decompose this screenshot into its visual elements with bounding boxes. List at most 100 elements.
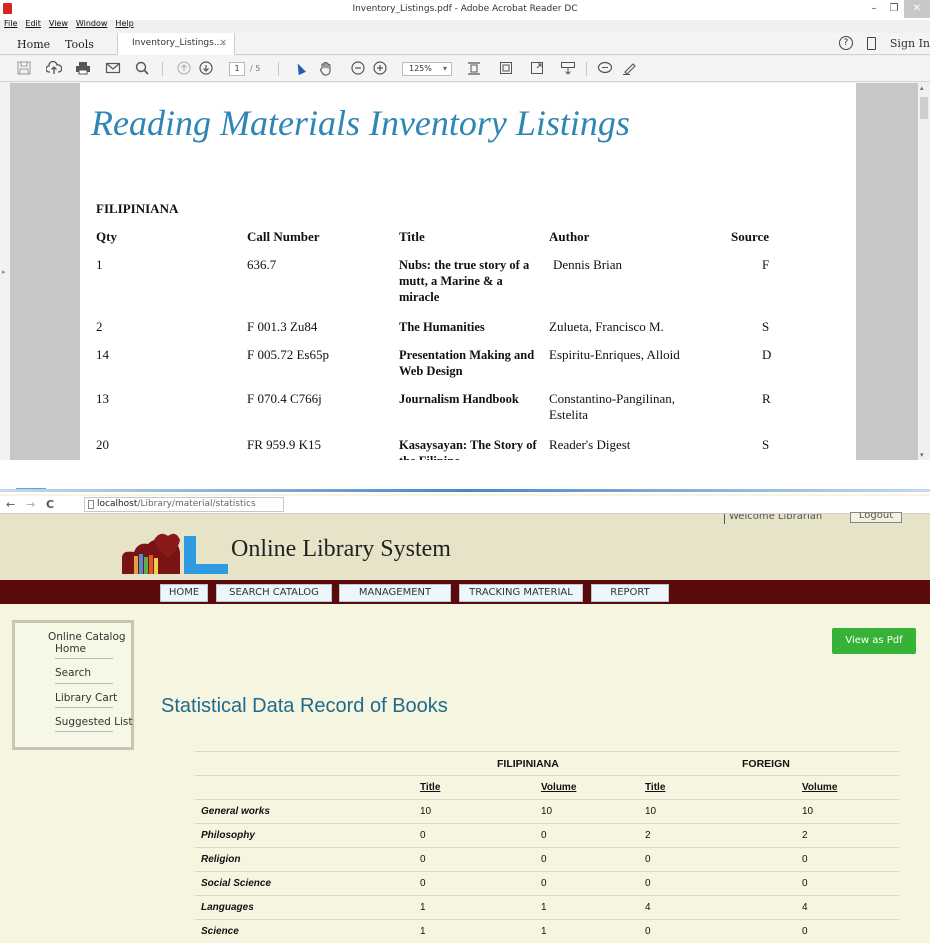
zoom-select[interactable]: 125% ▾ — [402, 62, 452, 76]
cell-foreign-title: 0 — [645, 926, 651, 937]
tab-home[interactable]: Home — [17, 38, 50, 51]
sidebar-divider — [55, 683, 113, 684]
sidebar-heading: Online Catalog — [48, 631, 126, 643]
header-qty: Qty — [96, 229, 117, 244]
cell-foreign-volume: 2 — [802, 830, 808, 841]
search-icon[interactable] — [134, 61, 150, 77]
full-width-icon[interactable] — [498, 61, 514, 77]
tab-tools[interactable]: Tools — [65, 38, 94, 51]
forward-button[interactable]: → — [26, 498, 35, 511]
highlight-icon[interactable] — [622, 61, 638, 77]
cell-filipiniana-title: 0 — [420, 854, 426, 865]
upload-icon[interactable] — [45, 60, 63, 77]
table-row: Philosophy 0 0 2 2 — [195, 823, 899, 847]
scroll-up-icon[interactable]: ▴ — [920, 84, 924, 92]
url-path: /Library/material/statistics — [137, 499, 256, 509]
chevron-down-icon: ▾ — [442, 64, 447, 73]
sidebar-item-home[interactable]: Home — [55, 643, 155, 655]
page-down-icon[interactable] — [198, 61, 214, 77]
nav-report[interactable]: REPORT — [591, 584, 669, 602]
url-field[interactable]: localhost/Library/material/statistics — [84, 497, 284, 512]
full-screen-icon[interactable] — [529, 61, 545, 77]
menu-edit[interactable]: Edit — [25, 19, 41, 32]
subheader-volume: Volume — [541, 782, 577, 793]
cell-foreign-volume: 0 — [802, 926, 808, 937]
nav-management[interactable]: MANAGEMENT — [339, 584, 451, 602]
window-controls: – ❐ ✕ — [864, 0, 930, 18]
cell-foreign-volume: 0 — [802, 878, 808, 889]
navigation-pane-toggle[interactable]: ▸ — [0, 83, 10, 460]
document-tab[interactable]: Inventory_Listings.... × — [117, 33, 235, 55]
cell-source: F — [762, 257, 770, 272]
document-tab-label: Inventory_Listings.... — [132, 38, 226, 48]
reload-button[interactable]: C — [46, 498, 54, 511]
menu-bar: File Edit View Window Help — [0, 19, 134, 32]
nav-home[interactable]: HOME — [160, 584, 208, 602]
fit-page-icon[interactable] — [466, 61, 482, 77]
restore-button[interactable]: ❐ — [884, 0, 904, 18]
table-row: Social Science 0 0 0 0 — [195, 871, 899, 895]
sidebar-divider — [55, 707, 113, 708]
cell-author: Zulueta, Francisco M. — [549, 319, 664, 334]
sidebar-item-suggested-list[interactable]: Suggested List — [55, 716, 155, 728]
cell-author: Constantino-Pangilinan, Estelita — [549, 391, 676, 422]
vertical-scrollbar[interactable]: ▴ ▾ — [918, 83, 930, 460]
page-number-input[interactable]: 1 — [229, 62, 245, 76]
save-icon[interactable] — [16, 61, 32, 77]
menu-window[interactable]: Window — [76, 19, 108, 32]
cell-filipiniana-title: 1 — [420, 926, 426, 937]
cell-qty: 20 — [96, 437, 109, 452]
view-as-pdf-button[interactable]: View as Pdf — [832, 628, 916, 654]
document-viewport: ▸ Reading Materials Inventory Listings F… — [0, 83, 930, 460]
mobile-link-icon[interactable] — [866, 36, 876, 50]
cell-source: S — [762, 319, 770, 334]
section-heading: FILIPINIANA — [96, 201, 179, 216]
read-mode-icon[interactable] — [560, 61, 576, 77]
comment-icon[interactable] — [597, 61, 613, 77]
cell-filipiniana-title: 10 — [420, 806, 432, 817]
nav-search-catalog[interactable]: SEARCH CATALOG — [216, 584, 332, 602]
zoom-out-icon[interactable] — [350, 61, 366, 77]
close-button[interactable]: ✕ — [904, 0, 930, 18]
back-button[interactable]: ← — [6, 498, 15, 511]
subheader-title: Title — [420, 782, 441, 793]
group-filipiniana: FILIPINIANA — [497, 758, 559, 770]
cell-foreign-title: 0 — [645, 854, 651, 865]
print-icon[interactable] — [75, 61, 91, 77]
select-cursor-icon[interactable] — [294, 61, 306, 76]
email-icon[interactable] — [105, 61, 121, 77]
menu-view[interactable]: View — [49, 19, 68, 32]
logout-button[interactable]: Logout — [850, 512, 902, 523]
cell-author: Espiritu-Enriques, Alloid — [549, 347, 680, 362]
cell-call-number: F 070.4 C766j — [247, 391, 322, 406]
cell-author: Reader's Digest — [549, 437, 631, 452]
sidebar-item-library-cart[interactable]: Library Cart — [55, 692, 155, 704]
table-row: Science 1 1 0 0 — [195, 919, 899, 943]
table-group-header-row: FILIPINIANA FOREIGN — [195, 751, 899, 775]
cell-filipiniana-volume: 1 — [541, 926, 547, 937]
menu-help[interactable]: Help — [115, 19, 133, 32]
close-tab-icon[interactable]: × — [219, 38, 227, 48]
category-label: Languages — [201, 902, 254, 913]
cell-foreign-title: 0 — [645, 878, 651, 889]
table-subheader-row: Title Volume Title Volume — [195, 775, 899, 799]
cell-foreign-title: 4 — [645, 902, 651, 913]
page-title: Statistical Data Record of Books — [161, 695, 448, 717]
cell-qty: 13 — [96, 391, 109, 406]
sidebar-divider — [55, 731, 113, 732]
expand-pane-icon: ▸ — [2, 268, 6, 276]
sign-in-link[interactable]: Sign In — [890, 37, 930, 50]
nav-tracking-material[interactable]: TRACKING MATERIAL — [459, 584, 583, 602]
cell-filipiniana-title: 0 — [420, 878, 426, 889]
minimize-button[interactable]: – — [864, 0, 884, 18]
scrollbar-thumb[interactable] — [920, 97, 928, 119]
zoom-in-icon[interactable] — [372, 61, 388, 77]
page-total: / 5 — [250, 64, 261, 73]
cell-source: D — [762, 347, 772, 362]
help-icon[interactable]: ? — [838, 36, 853, 50]
sidebar-item-search[interactable]: Search — [55, 667, 155, 679]
menu-file[interactable]: File — [4, 19, 17, 32]
hand-icon[interactable] — [318, 61, 334, 77]
page-up-icon[interactable] — [176, 61, 192, 77]
scroll-down-icon[interactable]: ▾ — [920, 451, 924, 459]
